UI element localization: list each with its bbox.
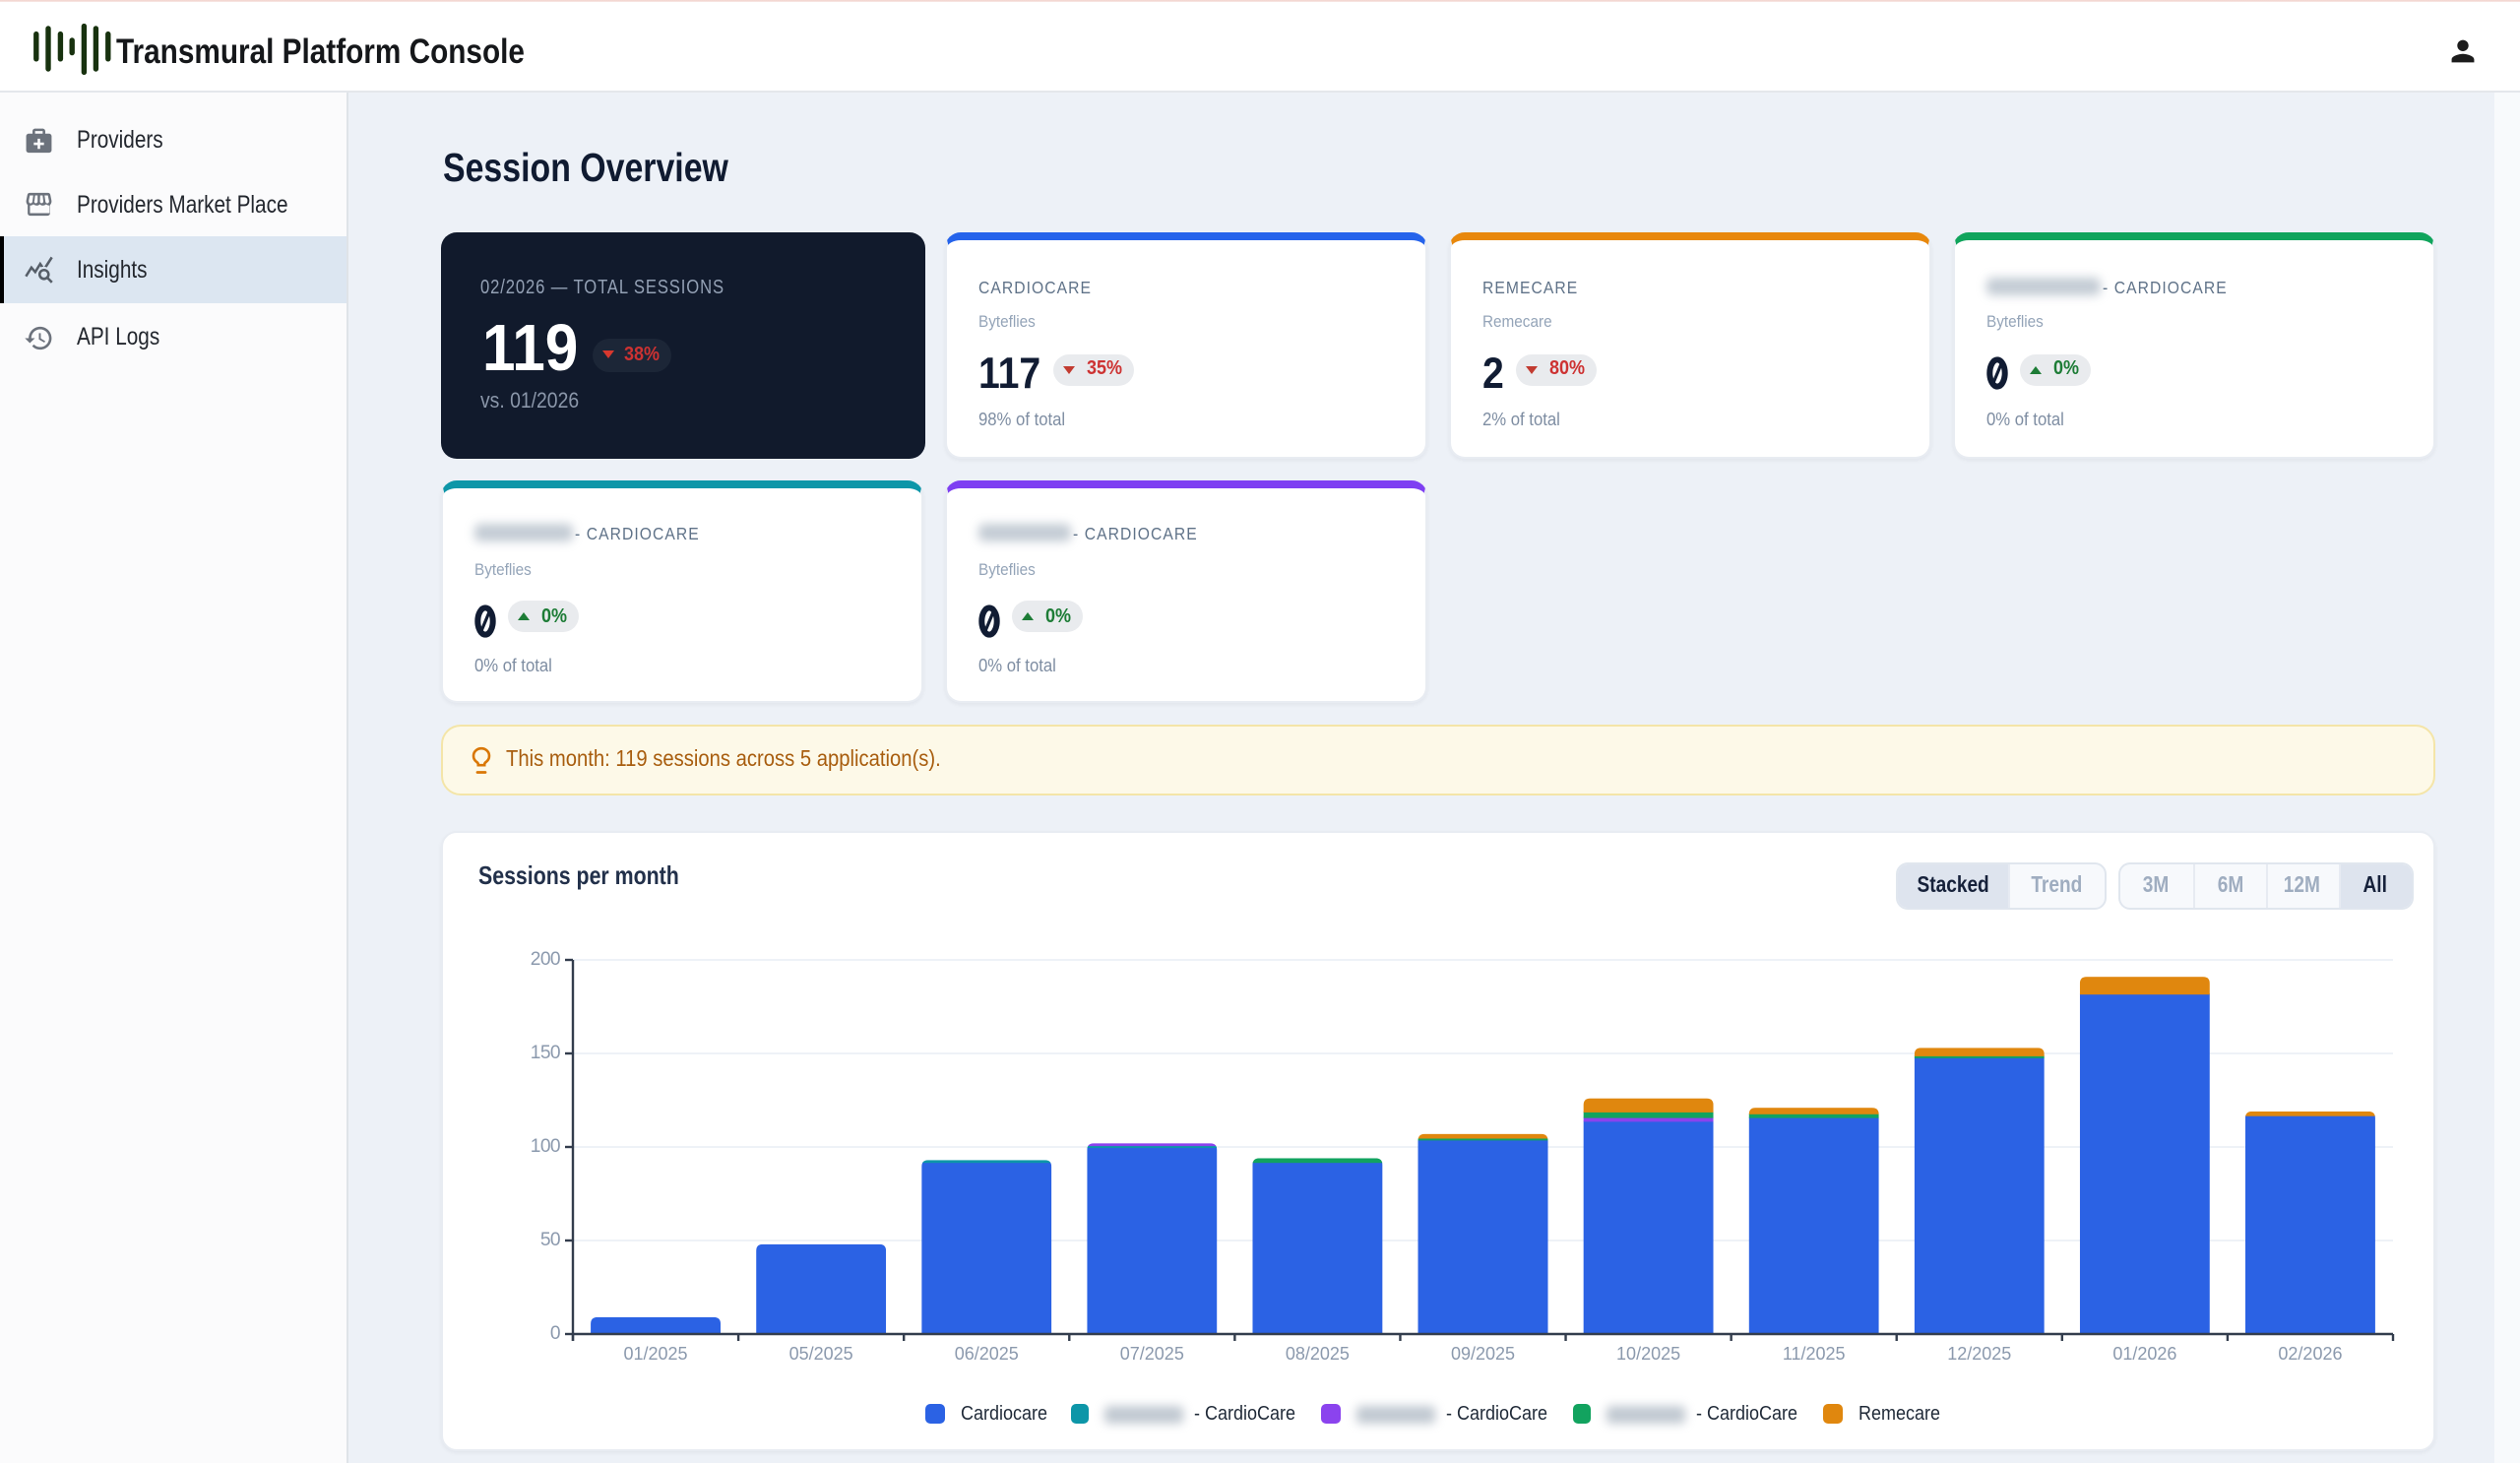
svg-text:200: 200 [531,949,560,970]
svg-text:01/2025: 01/2025 [624,1344,688,1364]
svg-text:05/2025: 05/2025 [789,1344,853,1364]
svg-text:11/2025: 11/2025 [1783,1344,1846,1364]
svg-text:06/2025: 06/2025 [955,1344,1019,1364]
svg-text:50: 50 [540,1230,560,1250]
svg-text:150: 150 [531,1043,560,1063]
svg-text:12/2025: 12/2025 [1947,1344,2011,1364]
svg-text:10/2025: 10/2025 [1616,1344,1680,1364]
svg-text:0: 0 [550,1323,560,1344]
svg-text:09/2025: 09/2025 [1451,1344,1515,1364]
svg-text:100: 100 [531,1136,560,1157]
svg-text:02/2026: 02/2026 [2278,1344,2342,1364]
svg-text:01/2026: 01/2026 [2112,1344,2176,1364]
svg-text:08/2025: 08/2025 [1286,1344,1350,1364]
svg-text:07/2025: 07/2025 [1120,1344,1184,1364]
